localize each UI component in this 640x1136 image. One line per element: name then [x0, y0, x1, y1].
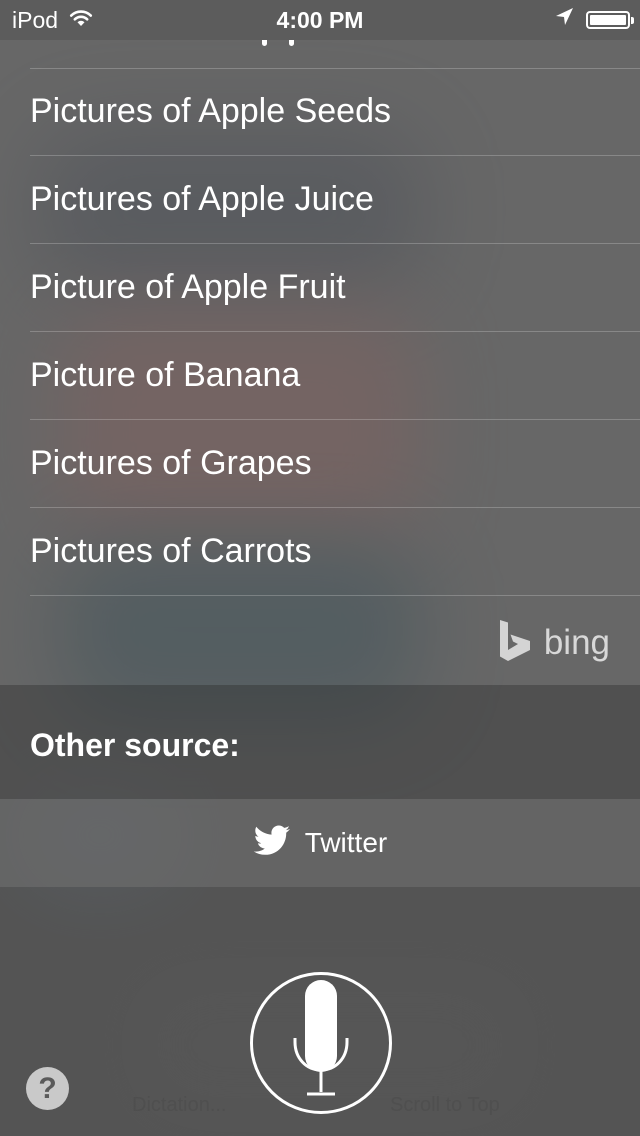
battery-level	[590, 14, 626, 25]
status-right	[554, 7, 634, 32]
bing-label: bing	[543, 622, 610, 662]
location-arrow-icon	[554, 7, 574, 32]
microphone-icon	[291, 979, 351, 1107]
suggestion-carrots[interactable]: Pictures of Carrots	[30, 508, 640, 596]
cut-off-suggestion-row	[30, 40, 640, 69]
twitter-bird-icon	[253, 825, 291, 862]
other-source-title: Other source:	[30, 727, 240, 763]
bing-logo-icon	[498, 618, 532, 667]
suggestion-apple-seeds[interactable]: Pictures of Apple Seeds	[30, 68, 640, 156]
twitter-button[interactable]: Twitter	[0, 799, 640, 887]
cut-off-text	[262, 40, 294, 46]
battery-icon	[586, 10, 634, 29]
suggestion-apple-juice[interactable]: Pictures of Apple Juice	[30, 156, 640, 244]
microphone-button[interactable]	[250, 972, 392, 1114]
twitter-label: Twitter	[304, 827, 388, 858]
suggestion-list: Pictures of Apple Seeds Pictures of Appl…	[0, 68, 640, 596]
suggestion-grapes[interactable]: Pictures of Grapes	[30, 420, 640, 508]
help-button[interactable]: ?	[26, 1067, 69, 1110]
bing-attribution[interactable]: bing	[498, 618, 610, 667]
suggestion-apple-fruit[interactable]: Picture of Apple Fruit	[30, 244, 640, 332]
dictation-hint: Dictation...	[132, 1094, 227, 1116]
web-search-suggestions: Pictures of Apple Seeds Pictures of Appl…	[0, 40, 640, 685]
status-bar: iPod 4:00 PM	[0, 0, 640, 40]
other-source-section: Other source:	[0, 685, 640, 799]
scroll-top-hint: Scroll to Top	[390, 1094, 500, 1116]
status-time: 4:00 PM	[276, 7, 364, 33]
suggestion-banana[interactable]: Picture of Banana	[30, 332, 640, 420]
